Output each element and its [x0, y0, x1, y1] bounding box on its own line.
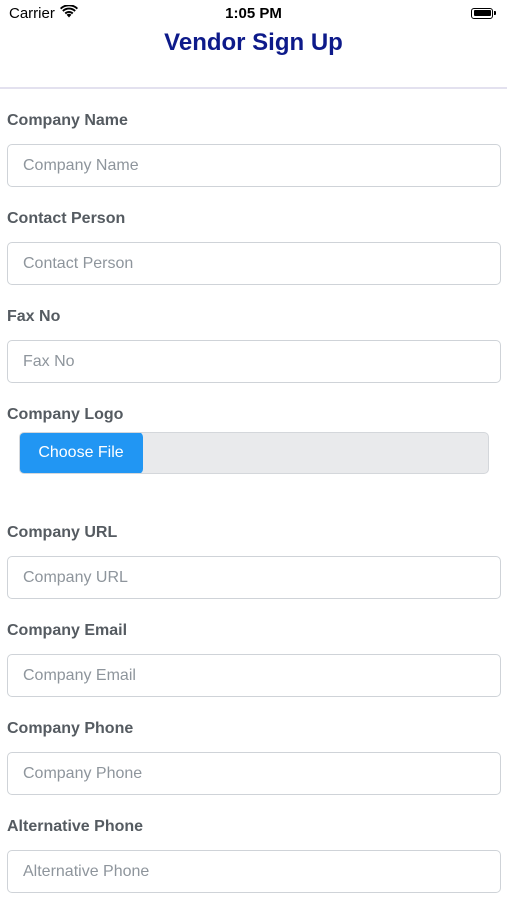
company-phone-label: Company Phone: [7, 720, 134, 737]
choose-file-button[interactable]: Choose File: [20, 433, 143, 473]
company-url-field: Company URL: [7, 520, 501, 618]
company-logo-label: Company Logo: [7, 406, 124, 423]
company-name-label: Company Name: [7, 112, 128, 129]
alternative-phone-input[interactable]: [7, 850, 501, 893]
contact-person-field: Contact Person: [7, 206, 501, 304]
company-logo-field: Company Logo Choose File: [7, 402, 501, 520]
fax-no-label: Fax No: [7, 308, 61, 325]
contact-person-label: Contact Person: [7, 210, 126, 227]
company-email-field: Company Email: [7, 618, 501, 716]
company-url-input[interactable]: [7, 556, 501, 599]
status-time: 1:05 PM: [225, 5, 282, 22]
vendor-signup-form: Company Name Contact Person Fax No Compa…: [7, 108, 501, 900]
company-email-label: Company Email: [7, 622, 128, 639]
contact-person-input[interactable]: [7, 242, 501, 285]
alternative-phone-field: Alternative Phone: [7, 814, 501, 900]
company-phone-field: Company Phone: [7, 716, 501, 814]
status-bar: Carrier 1:05 PM: [0, 0, 507, 28]
company-phone-input[interactable]: [7, 752, 501, 795]
vendor-signup-screen: Carrier 1:05 PM Vendor Sign Up Company N…: [0, 0, 507, 900]
battery-icon: [471, 7, 497, 19]
page-title: Vendor Sign Up: [164, 29, 343, 56]
company-name-input[interactable]: [7, 144, 501, 187]
fax-no-input[interactable]: [7, 340, 501, 383]
header-divider: [0, 87, 507, 89]
alternative-phone-label: Alternative Phone: [7, 818, 144, 835]
company-logo-file-picker[interactable]: Choose File: [19, 432, 489, 474]
fax-no-field: Fax No: [7, 304, 501, 402]
company-email-input[interactable]: [7, 654, 501, 697]
company-name-field: Company Name: [7, 108, 501, 206]
company-url-label: Company URL: [7, 524, 118, 541]
